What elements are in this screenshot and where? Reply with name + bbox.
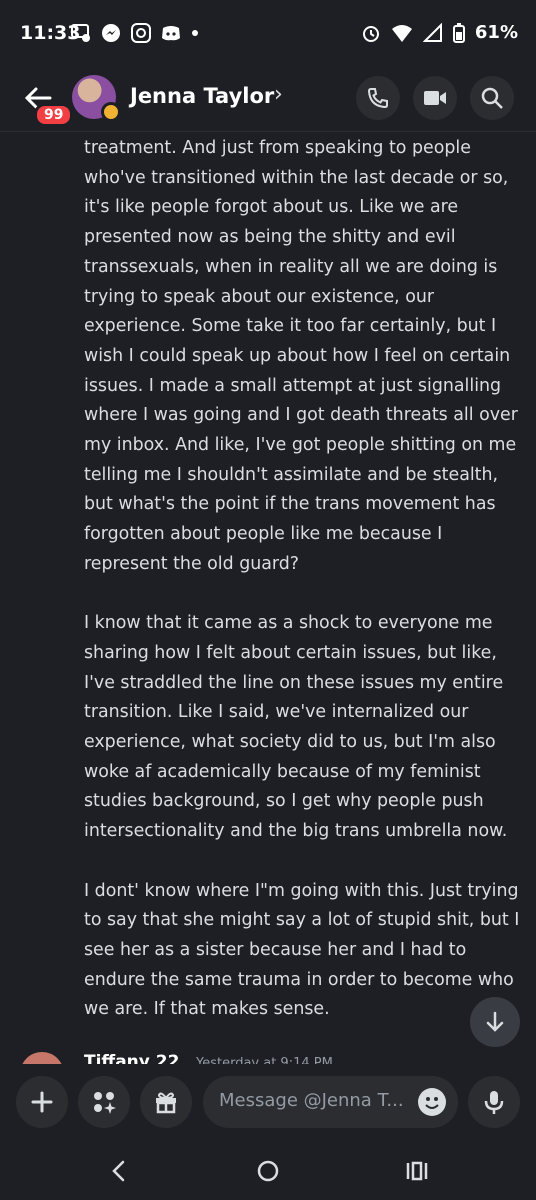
instagram-icon <box>131 23 151 43</box>
message-composer: Message @Jenna T... <box>0 1064 536 1140</box>
dot-icon <box>192 30 198 36</box>
attach-button[interactable] <box>16 1076 68 1128</box>
chevron-right-icon[interactable]: › <box>274 82 283 107</box>
alarm-icon <box>362 25 379 42</box>
signal-icon <box>422 22 442 42</box>
message-timestamp: Yesterday at 9:14 PM <box>196 1056 333 1064</box>
gift-icon <box>156 1092 176 1114</box>
next-message-peek: Tiffany 22 Yesterday at 9:14 PM <box>0 1040 536 1064</box>
search-button[interactable] <box>470 76 514 120</box>
message-input[interactable]: Message @Jenna T... <box>203 1076 458 1128</box>
header-divider <box>0 131 536 132</box>
message-content: treatment. And just from speaking to peo… <box>84 134 524 1055</box>
apps-button[interactable] <box>78 1076 130 1128</box>
voice-call-button[interactable] <box>356 76 400 120</box>
battery-icon <box>452 22 465 43</box>
jump-to-bottom-button[interactable] <box>470 997 520 1047</box>
sms-icon <box>71 24 90 42</box>
call-icon <box>367 88 388 109</box>
plus-icon <box>31 1091 53 1113</box>
message-paragraph: I dont' know where I"m going with this. … <box>84 880 520 1020</box>
home-nav-icon <box>257 1160 279 1182</box>
message-paragraph: I know that it came as a shock to everyo… <box>84 613 508 842</box>
messenger-icon <box>102 24 120 42</box>
wifi-icon <box>391 24 412 42</box>
video-call-button[interactable] <box>413 76 457 120</box>
notification-icons <box>70 22 200 44</box>
message-paragraph: treatment. And just from speaking to peo… <box>84 138 518 574</box>
emoji-icon[interactable] <box>418 1088 446 1116</box>
status-moon-icon <box>101 102 121 122</box>
back-nav-icon <box>112 1160 125 1182</box>
system-nav-bar <box>0 1140 536 1200</box>
recents-nav-icon <box>406 1161 428 1181</box>
discord-icon <box>162 26 180 41</box>
contact-name[interactable]: Jenna Taylor <box>130 84 274 108</box>
search-icon <box>481 87 503 109</box>
apps-icon <box>94 1092 116 1114</box>
message-author[interactable]: Tiffany 22 <box>84 1052 179 1064</box>
voice-message-button[interactable] <box>468 1076 520 1128</box>
arrow-down-icon <box>486 1011 504 1032</box>
battery-percent: 61% <box>474 22 518 43</box>
chat-header: 99 Jenna Taylor › <box>0 66 536 132</box>
nav-recents-button[interactable] <box>402 1156 432 1186</box>
microphone-icon <box>484 1091 504 1114</box>
gift-button[interactable] <box>140 1076 192 1128</box>
status-bar: 11:33 61% <box>0 0 536 66</box>
message-input-placeholder: Message @Jenna T... <box>219 1090 404 1111</box>
video-icon <box>424 91 446 105</box>
unread-badge: 99 <box>34 103 74 127</box>
nav-back-button[interactable] <box>104 1156 134 1186</box>
system-status-icons: 61% <box>361 22 518 43</box>
nav-home-button[interactable] <box>253 1156 283 1186</box>
avatar[interactable] <box>20 1052 64 1064</box>
